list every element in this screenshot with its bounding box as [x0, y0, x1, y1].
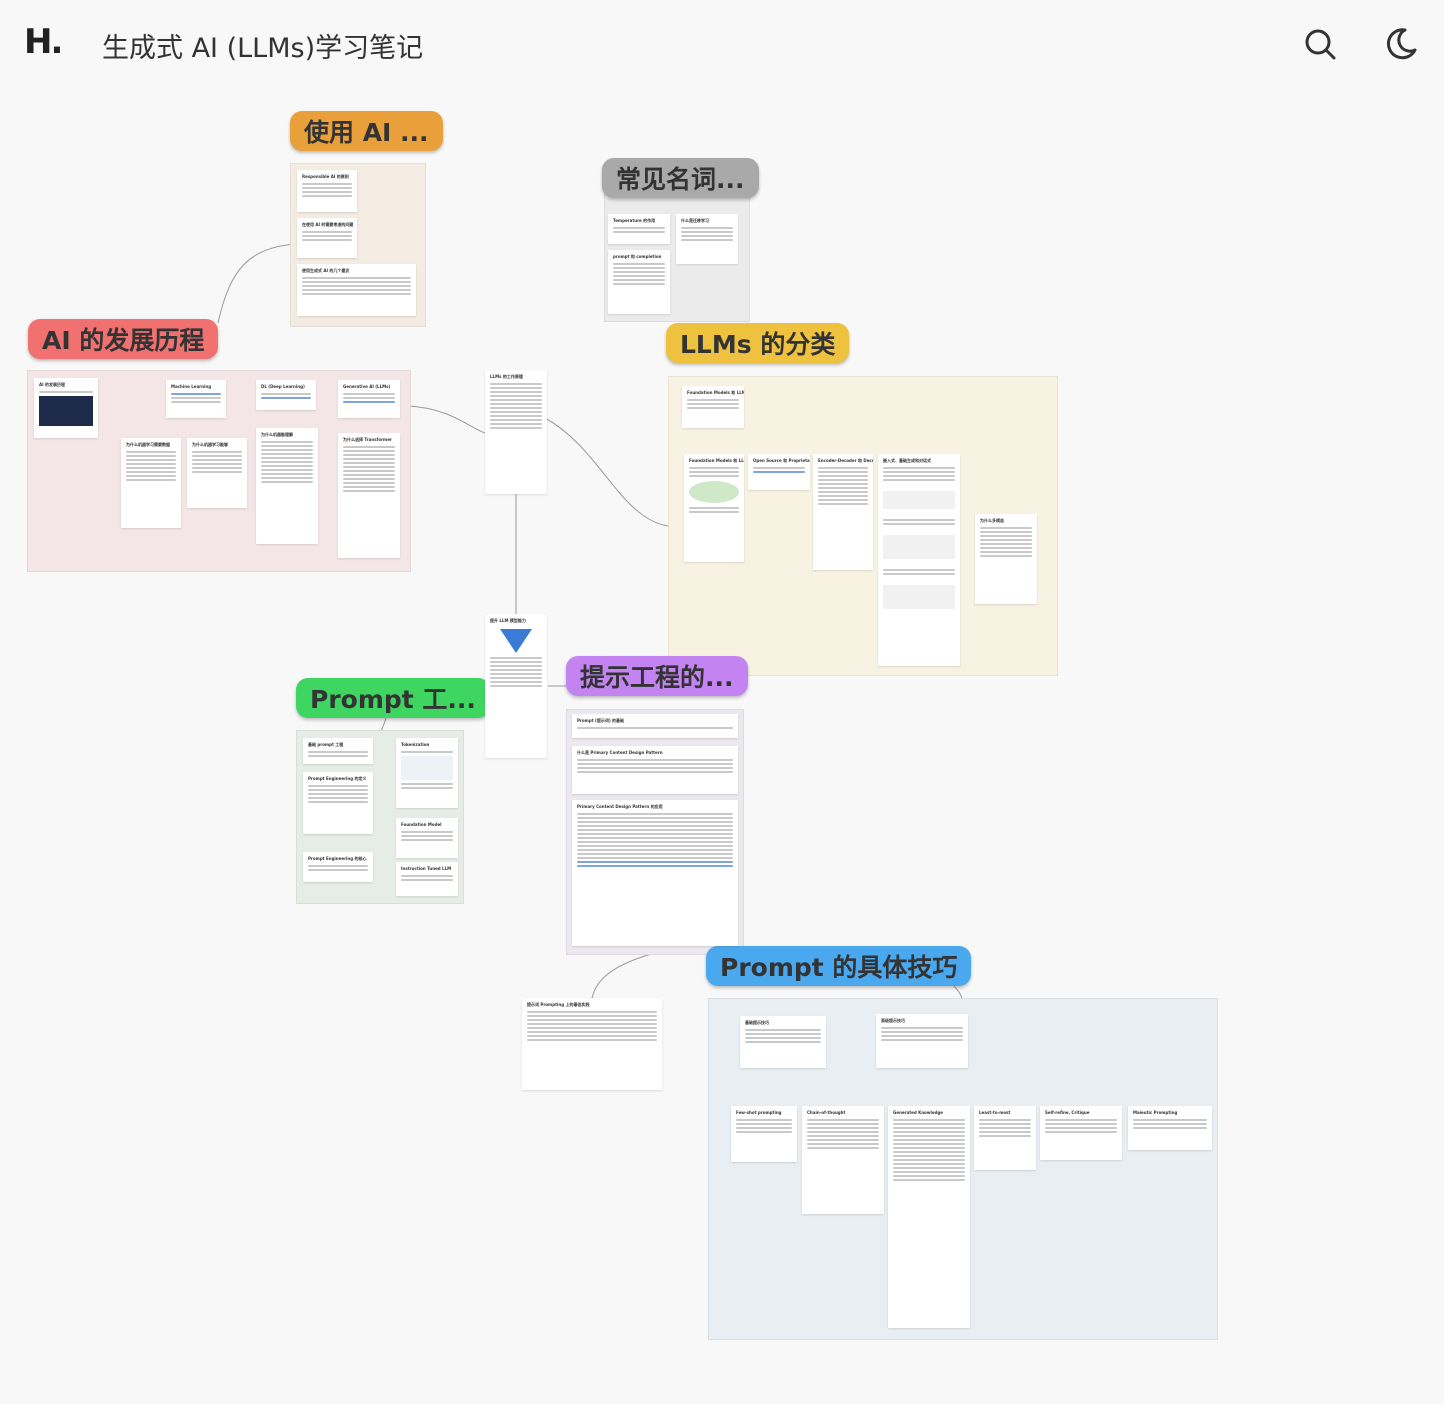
note-card[interactable]: Few-shot prompting [731, 1106, 797, 1162]
note-card[interactable]: Prompt Engineering 的核心 [303, 852, 373, 882]
note-card[interactable]: 什么是 Primary Content Design Pattern [572, 746, 738, 794]
topic-common-terms[interactable]: 常见名词... [602, 158, 759, 198]
note-card[interactable]: Generated Knowledge [888, 1106, 970, 1328]
note-card[interactable]: Tokenization [396, 738, 458, 808]
note-card[interactable]: Prompt Engineering 的定义 [303, 772, 373, 834]
moon-icon[interactable] [1383, 26, 1419, 62]
note-card[interactable]: Primary Content Design Pattern 的应用 [572, 800, 738, 946]
mindmap-canvas[interactable]: 使用 AI ... 常见名词... AI 的发展历程 LLMs 的分类 Prom… [0, 88, 1444, 1404]
note-card[interactable]: Chain-of-thought [802, 1106, 884, 1214]
note-card[interactable]: Foundation Model [396, 818, 458, 858]
topic-llm-types[interactable]: LLMs 的分类 [666, 323, 850, 363]
note-card[interactable]: Instruction Tuned LLM [396, 862, 458, 896]
note-card[interactable]: Machine Learning [166, 380, 226, 418]
note-card[interactable]: 为什么选择 Transformer [338, 433, 400, 558]
note-card[interactable]: 基础提示技巧 [740, 1016, 826, 1068]
note-card[interactable]: Maieutic Prompting [1128, 1106, 1212, 1150]
note-card[interactable]: 为什么机器能理解 [256, 428, 318, 544]
note-card[interactable]: Least-to-most [974, 1106, 1036, 1170]
topic-prompt-tips[interactable]: Prompt 的具体技巧 [706, 946, 972, 986]
note-card[interactable]: 为什么机器学习需要数据 [121, 438, 181, 528]
top-bar: H. 生成式 AI (LLMs)学习笔记 [0, 0, 1444, 88]
topic-prompt-patterns[interactable]: 提示工程的... [566, 656, 748, 696]
topic-ai-history[interactable]: AI 的发展历程 [28, 319, 219, 359]
note-card[interactable]: 基础 prompt 工程 [303, 738, 373, 764]
note-card[interactable]: LLMs 的工作原理 [485, 370, 547, 494]
note-card[interactable]: Prompt (提示词) 的基础 [572, 714, 738, 738]
note-card[interactable]: Open Source 和 Proprietary Models [748, 454, 810, 490]
note-card[interactable]: Foundation Models 和 LLMs [682, 386, 744, 428]
note-card[interactable]: 使用生成式 AI 的几个建议 [297, 264, 416, 316]
note-card[interactable]: Generative AI (LLMs) [338, 380, 400, 418]
note-card[interactable]: 什么是迁移学习 [676, 214, 738, 264]
note-card[interactable]: 高级提示技巧 [876, 1014, 968, 1068]
note-card[interactable]: 为什么多模态 [975, 514, 1037, 604]
app-logo[interactable]: H. [24, 22, 63, 62]
note-card[interactable]: 在使用 AI 时需要考虑的问题 [297, 218, 357, 258]
note-card[interactable]: Temperature 的作用 [608, 214, 670, 244]
note-card[interactable]: AI 的发展历程 [34, 378, 98, 438]
note-card[interactable]: Foundation Models 和 LLMs [684, 454, 744, 562]
note-card[interactable]: Responsible AI 的原则 [297, 170, 357, 212]
note-card[interactable]: 为什么机器学习能够 [187, 438, 247, 508]
note-card[interactable]: Self-refine, Critique [1040, 1106, 1122, 1160]
topic-using-ai[interactable]: 使用 AI ... [290, 111, 443, 151]
note-card[interactable]: 提示词 Prompting 上的最佳实践 [522, 998, 662, 1090]
note-card[interactable]: 嵌入式、基础生成和对话式 [878, 454, 960, 666]
search-icon[interactable] [1302, 26, 1338, 62]
note-card[interactable]: prompt 和 completion [608, 250, 670, 314]
note-card[interactable]: 提升 LLM 模型能力 [485, 614, 547, 758]
note-card[interactable]: DL (Deep Learning) [256, 380, 316, 410]
note-card[interactable]: Encoder-Decoder 和 Decoder-Only [813, 454, 873, 570]
topic-prompt-eng[interactable]: Prompt 工... [296, 678, 490, 718]
page-title: 生成式 AI (LLMs)学习笔记 [102, 33, 424, 64]
